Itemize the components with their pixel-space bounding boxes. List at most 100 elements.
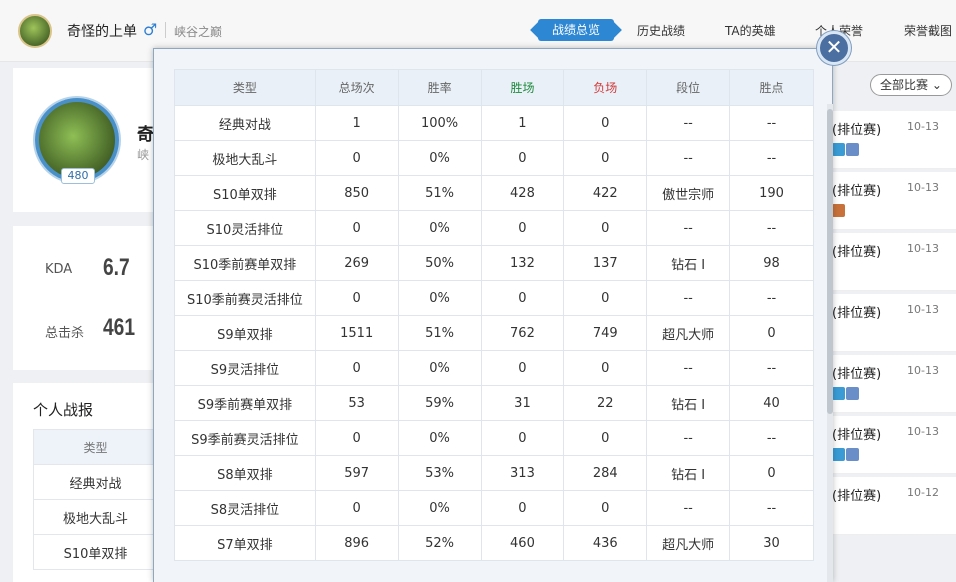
cell-winrate: 0% (397, 280, 482, 316)
profile-server: 峡 (137, 148, 150, 162)
close-dialog-button[interactable]: ✕ (817, 31, 851, 65)
match-row[interactable]: (排位赛) 10-13 (832, 294, 956, 352)
cell-type: S9灵活排位 (174, 350, 316, 386)
table-row: 经典对战 1 100% 1 0 -- -- (174, 105, 814, 141)
item-icon (832, 387, 845, 400)
player-avatar[interactable] (18, 14, 52, 48)
cell-wins: 313 (480, 455, 565, 491)
cell-lp: -- (729, 490, 814, 526)
match-filter-dropdown[interactable]: 全部比赛 ⌄ (870, 74, 952, 96)
cell-wins: 0 (480, 420, 565, 456)
cell-lp: -- (729, 105, 814, 141)
table-row: S9季前赛单双排 53 59% 31 22 钻石 Ⅰ 40 (174, 385, 814, 421)
scrollbar-thumb[interactable] (827, 109, 833, 414)
level-badge: 480 (61, 168, 95, 184)
match-mode: (排位赛) (832, 489, 882, 504)
cell-wins: 428 (480, 175, 565, 211)
cell-winrate: 0% (397, 140, 482, 176)
cell-winrate: 50% (397, 245, 482, 281)
cell-losses: 749 (563, 315, 648, 351)
cell-type: S10季前赛灵活排位 (174, 280, 316, 316)
table-row: S8灵活排位 0 0% 0 0 -- -- (174, 490, 814, 526)
cell-lp: -- (729, 210, 814, 246)
cell-lp: 40 (729, 385, 814, 421)
screenshot-icon (846, 387, 859, 400)
cell-lp: 98 (729, 245, 814, 281)
cell-winrate: 51% (397, 175, 482, 211)
cell-winrate: 100% (397, 105, 482, 141)
cell-type: S9季前赛灵活排位 (174, 420, 316, 456)
match-mode: (排位赛) (832, 428, 882, 443)
overview-dialog: 类型 总场次 胜率 胜场 负场 段位 胜点 经典对战 1 100% 1 0 -- -- 极地大… (153, 48, 833, 582)
player-name: 奇怪的上单 (67, 24, 137, 40)
cell-rank: 钻石 Ⅰ (646, 385, 731, 421)
match-row[interactable]: (排位赛) 10-12 (832, 477, 956, 535)
cell-type: 极地大乱斗 (174, 140, 316, 176)
item-icon (832, 143, 845, 156)
match-row[interactable]: (排位赛) 10-13 (832, 233, 956, 291)
table-row: S10季前赛单双排 269 50% 132 137 钻石 Ⅰ 98 (174, 245, 814, 281)
cell-rank: 钻石 Ⅰ (646, 455, 731, 491)
kda-value: 6.7 (103, 254, 130, 281)
match-date: 10-13 (907, 303, 939, 316)
cell-total: 1511 (314, 315, 399, 351)
cell-winrate: 0% (397, 420, 482, 456)
table-header-row: 类型 总场次 胜率 胜场 负场 段位 胜点 (174, 69, 814, 106)
cell-lp: 190 (729, 175, 814, 211)
col-type: 类型 (174, 69, 316, 106)
col-rank: 段位 (646, 69, 731, 106)
report-title: 个人战报 (33, 401, 94, 419)
tab-champions[interactable]: TA的英雄 (725, 22, 776, 39)
cell-losses: 0 (563, 105, 648, 141)
cell-winrate: 0% (397, 490, 482, 526)
cell-wins: 0 (480, 140, 565, 176)
match-row[interactable]: (排位赛) 10-13 (832, 172, 956, 230)
cell-lp: 0 (729, 455, 814, 491)
item-icon (832, 204, 845, 217)
cell-type: S8灵活排位 (174, 490, 316, 526)
cell-losses: 0 (563, 420, 648, 456)
report-row: 经典对战 (33, 464, 158, 500)
divider (165, 22, 166, 38)
table-row: S10单双排 850 51% 428 422 傲世宗师 190 (174, 175, 814, 211)
cell-type: S9单双排 (174, 315, 316, 351)
cell-wins: 31 (480, 385, 565, 421)
cell-wins: 0 (480, 280, 565, 316)
cell-rank: -- (646, 105, 731, 141)
cell-total: 269 (314, 245, 399, 281)
table-row: S9灵活排位 0 0% 0 0 -- -- (174, 350, 814, 386)
cell-losses: 137 (563, 245, 648, 281)
cell-type: S8单双排 (174, 455, 316, 491)
cell-lp: -- (729, 280, 814, 316)
cell-losses: 0 (563, 280, 648, 316)
cell-rank: -- (646, 350, 731, 386)
cell-winrate: 53% (397, 455, 482, 491)
profile-name: 奇 (137, 125, 154, 145)
cell-losses: 436 (563, 525, 648, 561)
cell-losses: 0 (563, 490, 648, 526)
cell-rank: -- (646, 280, 731, 316)
cell-type: 经典对战 (174, 105, 316, 141)
cell-rank: -- (646, 420, 731, 456)
cell-losses: 0 (563, 140, 648, 176)
match-row[interactable]: (排位赛) 10-13 (832, 111, 956, 169)
cell-winrate: 52% (397, 525, 482, 561)
tab-screenshots[interactable]: 荣誉截图 (904, 22, 952, 39)
tab-overview-label: 战绩总览 (552, 23, 601, 37)
personal-report-card: 个人战报 类型 经典对战 极地大乱斗 S10单双排 (13, 383, 158, 582)
tab-overview[interactable]: 战绩总览 (538, 19, 615, 41)
tab-history[interactable]: 历史战绩 (637, 22, 685, 39)
table-row: S7单双排 896 52% 460 436 超凡大师 30 (174, 525, 814, 561)
overview-table: 类型 总场次 胜率 胜场 负场 段位 胜点 经典对战 1 100% 1 0 -- -- 极地大… (174, 69, 814, 561)
cell-total: 0 (314, 420, 399, 456)
cell-losses: 422 (563, 175, 648, 211)
match-row[interactable]: (排位赛) 10-13 (832, 355, 956, 413)
chevron-down-icon: ⌄ (931, 78, 942, 92)
cell-wins: 0 (480, 490, 565, 526)
cell-lp: -- (729, 350, 814, 386)
match-row[interactable]: (排位赛) 10-13 (832, 416, 956, 474)
col-wins: 胜场 (480, 69, 565, 106)
screenshot-icon (846, 448, 859, 461)
cell-losses: 22 (563, 385, 648, 421)
match-mode: (排位赛) (832, 306, 882, 321)
